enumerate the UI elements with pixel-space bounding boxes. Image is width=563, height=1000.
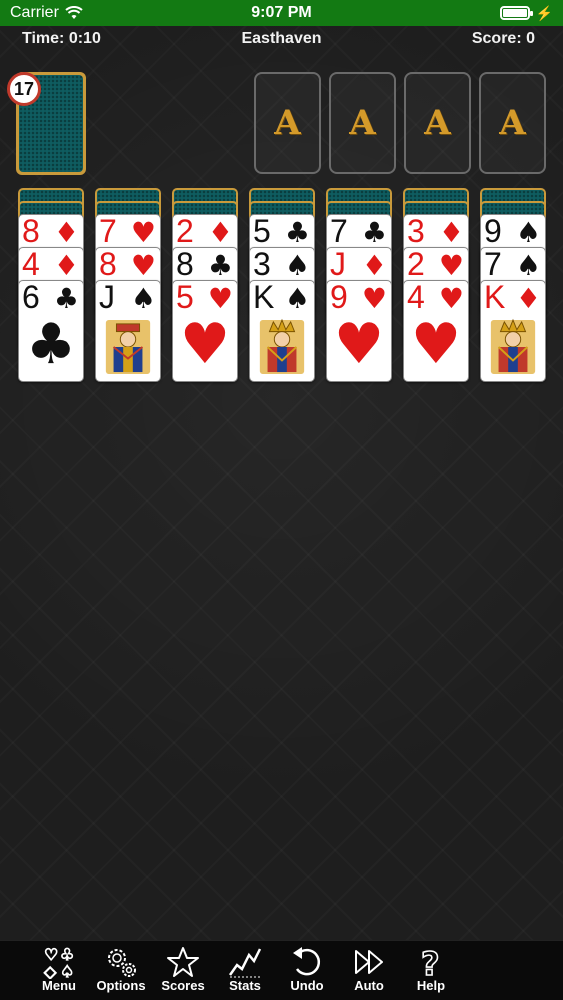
king-portrait-icon — [487, 317, 539, 377]
card-suit-icon: ♠ — [130, 282, 156, 315]
stock-count-badge: 17 — [7, 72, 41, 106]
question-mark-icon: ? — [420, 945, 440, 979]
status-bar: Carrier 9:07 PM ⚡ — [0, 0, 563, 26]
card-rank: 5 — [253, 214, 271, 249]
card-center-suit-icon: ♥ — [179, 312, 231, 377]
card-rank: 4 — [407, 280, 425, 315]
stats-button[interactable]: Stats — [214, 941, 276, 1000]
score: Score: 0 — [471, 30, 535, 47]
options-label: Options — [96, 978, 146, 993]
fast-forward-icon — [355, 950, 383, 974]
card-suit-icon: ♠ — [284, 282, 310, 315]
card-rank: 9 — [330, 280, 348, 315]
card-suit-icon: ♥ — [130, 249, 156, 282]
king-portrait-icon — [256, 317, 308, 377]
undo-button[interactable]: Undo — [276, 941, 338, 1000]
card-suit-icon: ♠ — [515, 249, 541, 282]
foundation-label: A — [349, 103, 376, 143]
card-rank: 7 — [99, 214, 117, 249]
playing-card[interactable]: 5 ♥ ♥ — [172, 280, 238, 382]
card-rank: 8 — [176, 247, 194, 282]
star-icon — [167, 947, 199, 977]
playing-card[interactable]: 6 ♣ ♣ — [18, 280, 84, 382]
jack-portrait-icon — [102, 317, 154, 377]
card-center-suit-icon: ♥ — [410, 312, 462, 377]
card-suit-icon: ♣ — [361, 216, 387, 249]
foundation-label: A — [274, 103, 301, 143]
card-rank: 5 — [176, 280, 194, 315]
playing-card[interactable]: K ♦ — [480, 280, 546, 382]
card-rank: 6 — [22, 280, 40, 315]
options-button[interactable]: Options — [90, 941, 152, 1000]
card-suit-icon: ♦ — [53, 249, 79, 282]
card-rank: 8 — [22, 214, 40, 249]
suits-icon: ♡ ♧ ◇ ♤ — [43, 945, 75, 979]
card-rank: 8 — [99, 247, 117, 282]
menu-label: Menu — [42, 978, 76, 993]
card-suit-icon: ♠ — [284, 249, 310, 282]
card-suit-icon: ♥ — [130, 216, 156, 249]
playing-card[interactable]: K ♠ — [249, 280, 315, 382]
chart-icon — [228, 948, 262, 978]
card-rank: 3 — [253, 247, 271, 282]
clock: 9:07 PM — [251, 4, 312, 21]
card-suit-icon: ♦ — [438, 216, 464, 249]
playing-card[interactable]: J ♠ — [95, 280, 161, 382]
card-rank: 2 — [407, 247, 425, 282]
card-rank: 7 — [484, 247, 502, 282]
help-label: Help — [416, 978, 446, 993]
card-center-suit-icon: ♣ — [25, 312, 77, 377]
card-suit-icon: ♣ — [284, 216, 310, 249]
foundation-2[interactable]: A — [329, 72, 396, 174]
auto-label: Auto — [354, 978, 384, 993]
card-rank: K — [253, 280, 275, 315]
svg-text:?: ? — [421, 945, 440, 979]
card-suit-icon: ♦ — [53, 216, 79, 249]
scores-label: Scores — [161, 978, 205, 993]
timer: Time: 0:10 — [22, 30, 101, 47]
gears-icon — [108, 949, 136, 977]
battery-icon — [499, 6, 533, 20]
stats-label: Stats — [229, 978, 261, 993]
card-rank: 2 — [176, 214, 194, 249]
card-suit-icon: ♦ — [207, 216, 233, 249]
card-center-suit-icon: ♥ — [333, 312, 385, 377]
undo-icon — [293, 947, 320, 976]
help-button[interactable]: ? Help — [400, 941, 462, 1000]
card-suit-icon: ♦ — [515, 282, 541, 315]
card-rank: K — [484, 280, 506, 315]
bottom-toolbar: ♡ ♧ ◇ ♤ Menu Options Scores Stats Undo A… — [0, 940, 563, 1000]
undo-label: Undo — [290, 978, 324, 993]
foundation-label: A — [499, 103, 526, 143]
playing-card[interactable]: 4 ♥ ♥ — [403, 280, 469, 382]
card-rank: 3 — [407, 214, 425, 249]
playing-card[interactable]: 9 ♥ ♥ — [326, 280, 392, 382]
card-suit-icon: ♥ — [438, 249, 464, 282]
card-suit-icon: ♣ — [207, 249, 233, 282]
foundation-3[interactable]: A — [404, 72, 471, 174]
card-suit-icon: ♦ — [361, 249, 387, 282]
foundation-1[interactable]: A — [254, 72, 321, 174]
card-rank: 9 — [484, 214, 502, 249]
foundation-label: A — [424, 103, 451, 143]
scores-button[interactable]: Scores — [152, 941, 214, 1000]
svg-text:◇: ◇ — [44, 962, 57, 979]
card-rank: 7 — [330, 214, 348, 249]
card-rank: J — [330, 247, 346, 282]
svg-text:♤: ♤ — [60, 962, 74, 979]
game-info-row: Time: 0:10 Easthaven Score: 0 — [0, 26, 563, 52]
auto-button[interactable]: Auto — [338, 941, 400, 1000]
card-rank: 4 — [22, 247, 40, 282]
menu-button[interactable]: ♡ ♧ ◇ ♤ Menu — [28, 941, 90, 1000]
foundation-4[interactable]: A — [479, 72, 546, 174]
card-suit-icon: ♠ — [515, 216, 541, 249]
card-rank: J — [99, 280, 115, 315]
